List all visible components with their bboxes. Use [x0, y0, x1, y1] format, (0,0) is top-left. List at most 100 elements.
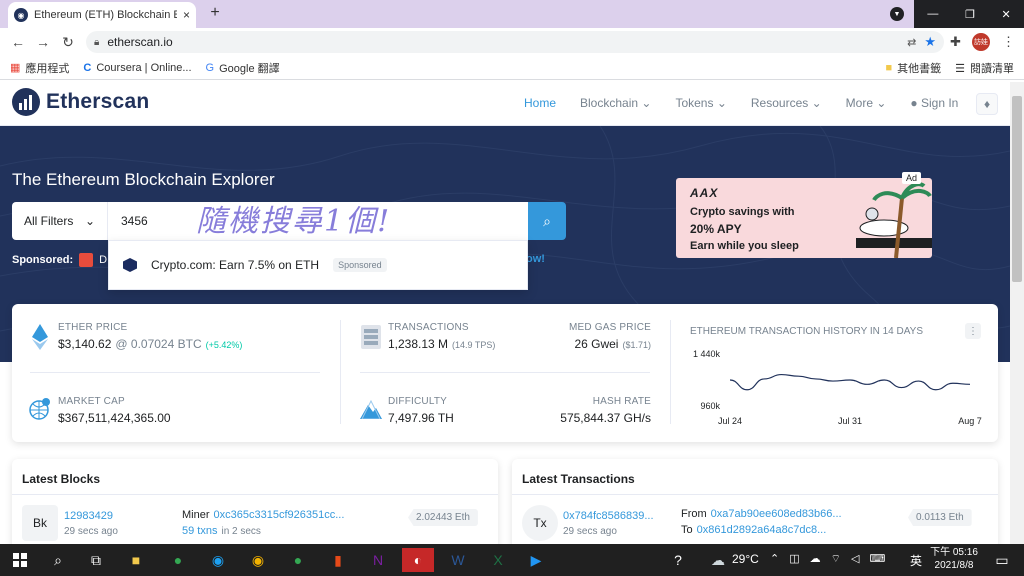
- clock[interactable]: 下午 05:16 2021/8/8: [930, 546, 978, 572]
- bookmark-label: Coursera | Online...: [96, 61, 192, 74]
- tab-close-icon[interactable]: ×: [183, 8, 190, 22]
- transactions-value[interactable]: 1,238.13 M: [388, 337, 448, 351]
- chart-point: [883, 379, 886, 382]
- nav-home[interactable]: Home: [524, 96, 556, 110]
- tx-hash-link[interactable]: 0x784fc8586839...: [563, 510, 654, 522]
- to-link[interactable]: 0x861d2892a64a8c7dc8...: [697, 524, 827, 536]
- sign-in-link[interactable]: ● Sign In: [910, 96, 958, 110]
- block-age: 29 secs ago: [64, 526, 118, 537]
- nav-more[interactable]: More ⌄: [846, 96, 887, 110]
- taskbar-search-icon[interactable]: ⌕: [46, 548, 70, 572]
- ad-illustration: [856, 182, 932, 258]
- chevron-down-icon: ⌄: [811, 96, 822, 110]
- browser-tab[interactable]: ◉ Ethereum (ETH) Blockchain Exp ×: [8, 2, 196, 28]
- scrollbar-thumb[interactable]: [1012, 96, 1022, 282]
- excel-icon[interactable]: X: [486, 548, 510, 572]
- logo-text: Etherscan: [46, 90, 150, 113]
- chrome-icon[interactable]: ●: [166, 548, 190, 572]
- divider: [340, 320, 341, 424]
- txns-time: in 2 secs: [221, 526, 261, 537]
- translate-icon[interactable]: ⇄: [907, 36, 916, 49]
- url-text[interactable]: etherscan.io: [107, 35, 899, 49]
- forward-icon[interactable]: →: [35, 34, 51, 50]
- bookmark-apps[interactable]: ▦ 應用程式: [10, 60, 69, 76]
- etherscan-logo[interactable]: Etherscan: [12, 88, 149, 116]
- reload-icon[interactable]: ↻: [60, 34, 76, 50]
- miner-link[interactable]: 0xc365c3315cf926351cc...: [214, 509, 345, 521]
- tx-age: 29 secs ago: [563, 526, 617, 537]
- gas-price-value[interactable]: 26 Gwei: [574, 337, 618, 351]
- nav-resources[interactable]: Resources ⌄: [751, 96, 822, 110]
- sponsored-link[interactable]: ow!: [526, 253, 545, 265]
- chart-point: [780, 373, 783, 376]
- chart-point: [763, 377, 766, 380]
- chart-point: [917, 380, 920, 383]
- ime-indicator[interactable]: 英: [910, 552, 922, 569]
- tx-to-row: To 0x861d2892a64a8c7dc8...: [681, 524, 826, 536]
- chrome-profile-icon[interactable]: ●: [286, 548, 310, 572]
- weather-temp[interactable]: 29°C: [732, 552, 759, 566]
- ad-banner[interactable]: AAX Crypto savings with 20% APY Earn whi…: [676, 178, 932, 258]
- network-icon[interactable]: ⌔: [831, 552, 841, 566]
- difficulty-label: DIFFICULTY: [388, 396, 448, 407]
- txns-link[interactable]: 59 txns: [182, 525, 217, 537]
- block-number-link[interactable]: 12983429: [64, 510, 113, 522]
- notifications-icon[interactable]: ▭: [990, 548, 1014, 572]
- ether-btc-value: @ 0.07024 BTC: [115, 337, 202, 351]
- back-icon[interactable]: ←: [10, 34, 26, 50]
- active-app-icon[interactable]: ◐: [402, 548, 434, 572]
- search-filter-select[interactable]: All Filters ⌄: [12, 202, 108, 240]
- nav-tokens[interactable]: Tokens ⌄: [675, 96, 726, 110]
- windows-start-icon[interactable]: [8, 548, 32, 572]
- search-button[interactable]: ⌕: [528, 202, 566, 240]
- bookmark-coursera[interactable]: C Coursera | Online...: [83, 62, 191, 74]
- help-icon[interactable]: ?: [666, 548, 690, 572]
- search-suggestion[interactable]: Crypto.com: Earn 7.5% on ETH Sponsored: [108, 240, 528, 290]
- extensions-icon[interactable]: ✚: [950, 34, 961, 50]
- apps-grid-icon: ▦: [10, 62, 21, 74]
- minimize-button[interactable]: —: [927, 8, 938, 20]
- word-icon[interactable]: W: [446, 548, 470, 572]
- onenote-icon[interactable]: N: [366, 548, 390, 572]
- tab-search-icon[interactable]: ▼: [890, 7, 904, 21]
- tray-app-icon[interactable]: ◫: [789, 552, 799, 566]
- file-explorer-icon[interactable]: ■: [124, 548, 148, 572]
- browser-menu-icon[interactable]: ⋮: [1002, 34, 1015, 50]
- suggestion-text: Crypto.com: Earn 7.5% on ETH: [151, 258, 320, 272]
- weather-icon[interactable]: ☁: [706, 548, 730, 572]
- volume-icon[interactable]: ◁: [851, 552, 859, 566]
- edge-icon[interactable]: ◉: [206, 548, 230, 572]
- task-view-icon[interactable]: ⧉: [84, 548, 108, 572]
- bookmark-google-translate[interactable]: G Google 翻譯: [206, 60, 280, 76]
- ad-brand: AAX: [690, 186, 719, 200]
- chart-menu-icon[interactable]: ⋮: [965, 323, 981, 339]
- folder-icon: ■: [885, 62, 893, 74]
- keyboard-icon[interactable]: ⌨: [869, 552, 885, 566]
- maximize-button[interactable]: ❐: [965, 8, 975, 21]
- media-app-icon[interactable]: ▶: [524, 548, 548, 572]
- chevron-up-icon[interactable]: ⌃: [770, 552, 779, 566]
- office-icon[interactable]: ▮: [326, 548, 350, 572]
- reading-list[interactable]: ☰ 閱讀清單: [955, 60, 1014, 76]
- cloud-icon[interactable]: ☁: [810, 552, 821, 566]
- handwritten-annotation: 隨機搜尋1個!: [196, 204, 392, 239]
- coursera-icon: C: [83, 61, 92, 74]
- chevron-down-icon: ⌄: [641, 96, 652, 110]
- bookmark-label: Google 翻譯: [219, 62, 280, 75]
- ethereum-network-icon[interactable]: ♦: [976, 93, 998, 115]
- close-window-button[interactable]: ✕: [1001, 8, 1010, 21]
- block-icon: Bk: [22, 505, 58, 541]
- address-bar[interactable]: 🔒︎ etherscan.io ⇄ ★: [86, 31, 944, 53]
- bookmark-star-icon[interactable]: ★: [924, 34, 936, 50]
- lock-icon[interactable]: 🔒︎: [94, 37, 99, 48]
- ether-price-value[interactable]: $3,140.62: [58, 337, 111, 351]
- chevron-down-icon: ⌄: [84, 214, 95, 228]
- from-link[interactable]: 0xa7ab90ee608ed83b66...: [711, 508, 842, 520]
- nav-blockchain[interactable]: Blockchain ⌄: [580, 96, 651, 110]
- transaction-icon: Tx: [522, 505, 558, 541]
- browser-app-icon[interactable]: ◉: [246, 548, 270, 572]
- clock-date: 2021/8/8: [934, 560, 974, 571]
- profile-avatar[interactable]: 訪娃: [972, 33, 990, 51]
- bookmark-other-folder[interactable]: ■ 其他書籤: [885, 60, 941, 76]
- new-tab-button[interactable]: +: [206, 5, 224, 21]
